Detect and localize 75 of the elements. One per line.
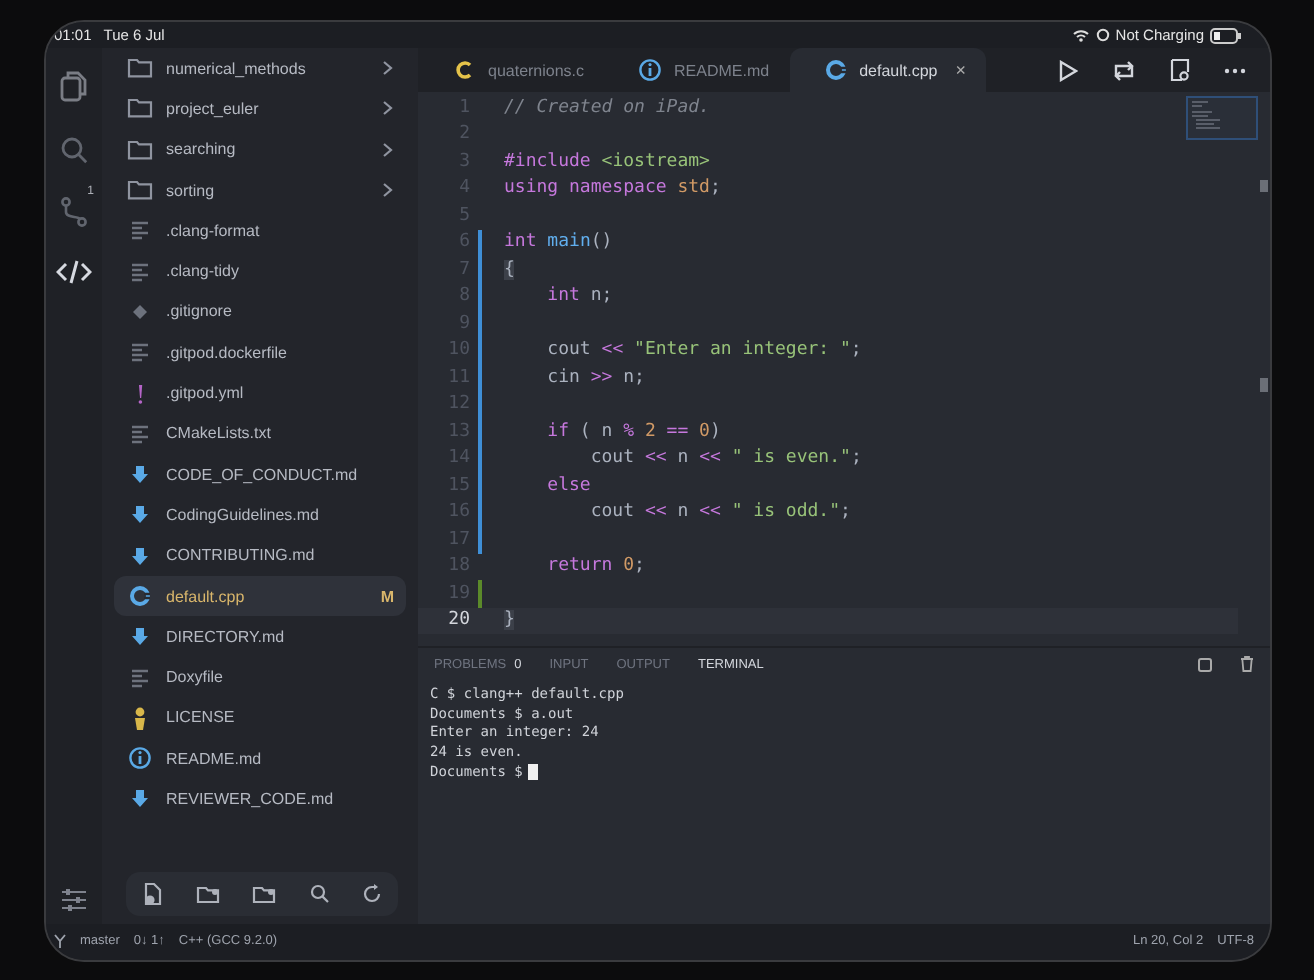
file-item[interactable]: LICENSE	[114, 697, 406, 739]
code-line: cin >> n;	[545, 367, 645, 388]
file-item[interactable]: .clang-tidy	[114, 250, 406, 292]
code-line: int n;	[545, 286, 613, 307]
file-item[interactable]: default.cpp M	[114, 575, 406, 617]
folder-icon	[126, 54, 154, 83]
folder-item[interactable]: project_euler	[114, 88, 406, 130]
info-icon	[636, 56, 665, 84]
sliders-icon[interactable]	[60, 888, 88, 912]
folder-icon	[126, 94, 154, 123]
close-tab-button[interactable]: ×	[955, 60, 966, 80]
chevron-right-icon	[382, 182, 394, 199]
folder-icon	[126, 135, 154, 164]
code-line: cout << n << " is odd.";	[588, 502, 851, 523]
branch-icon[interactable]	[60, 196, 88, 228]
code-icon[interactable]	[56, 258, 92, 286]
code-line: #include <iostream>	[504, 151, 710, 172]
swap-icon[interactable]	[1112, 59, 1136, 81]
file-item[interactable]: .gitpod.dockerfile	[114, 332, 406, 373]
trash-icon[interactable]	[1240, 656, 1254, 672]
editor-tab[interactable]: README.md	[604, 48, 790, 92]
chevron-right-icon	[382, 60, 394, 77]
file-item[interactable]: README.md	[114, 738, 406, 779]
file-item[interactable]: CMakeLists.txt	[114, 413, 406, 454]
document-icon	[126, 216, 154, 245]
code-line: int main()	[504, 232, 613, 253]
code-line: // Created on iPad.	[504, 97, 710, 118]
file-item[interactable]: Doxyfile	[114, 656, 406, 698]
code-line: else	[545, 475, 591, 496]
search-icon[interactable]	[309, 884, 330, 904]
location-icon	[1095, 28, 1110, 42]
scrollbar-thumb[interactable]	[1260, 180, 1268, 192]
file-item[interactable]: REVIEWER_CODE.md	[114, 778, 406, 820]
folder-icon	[126, 176, 154, 205]
play-icon[interactable]	[1058, 59, 1078, 81]
file-item[interactable]: .clang-format	[114, 210, 406, 251]
file-item[interactable]: CONTRIBUTING.md	[114, 535, 406, 576]
search-icon[interactable]	[58, 134, 90, 166]
preview-icon[interactable]	[1170, 58, 1190, 82]
change-marker	[478, 580, 482, 607]
folder-item[interactable]: numerical_methods	[114, 48, 406, 89]
code-line: using namespace std;	[504, 178, 721, 199]
editor-tab[interactable]: quaternions.c	[418, 48, 605, 92]
battery-icon	[1210, 27, 1242, 43]
chevron-right-icon	[382, 100, 394, 117]
minimap-drawing	[1186, 96, 1258, 140]
files-icon[interactable]	[58, 68, 90, 104]
code-line: cout << n << " is even.";	[588, 448, 862, 469]
chevron-right-icon	[382, 141, 394, 158]
file-item[interactable]: .gitpod.yml	[114, 372, 406, 414]
info-icon	[126, 744, 154, 773]
file-item[interactable]: CODE_OF_CONDUCT.md	[114, 453, 406, 495]
branch-icon	[54, 933, 66, 947]
code-line: return 0;	[545, 556, 645, 577]
folder-item[interactable]: searching	[114, 129, 406, 170]
new-file-icon[interactable]	[142, 882, 165, 906]
new-folder-icon[interactable]	[196, 884, 221, 904]
maximize-icon[interactable]	[1198, 657, 1212, 671]
file-item[interactable]: DIRECTORY.md	[114, 616, 406, 657]
scrollbar-thumb[interactable]	[1260, 378, 1268, 392]
more-icon[interactable]	[1224, 67, 1246, 73]
c-file-icon	[126, 582, 154, 610]
refresh-icon[interactable]	[361, 884, 382, 904]
file-item[interactable]: CodingGuidelines.md	[114, 494, 406, 536]
folder-icon[interactable]	[252, 884, 277, 904]
folder-item[interactable]: sorting	[114, 169, 406, 211]
wifi-icon	[1071, 28, 1090, 42]
file-item[interactable]: .gitignore	[114, 291, 406, 333]
code-line: cout << "Enter an integer: ";	[545, 340, 862, 361]
code-line: if ( n % 2 == 0)	[545, 421, 721, 442]
c-file-icon	[821, 56, 850, 84]
document-icon	[126, 338, 154, 367]
editor-tab[interactable]: default.cpp ×	[789, 48, 986, 92]
text-cursor	[528, 763, 539, 780]
line-number: 20	[446, 610, 470, 631]
